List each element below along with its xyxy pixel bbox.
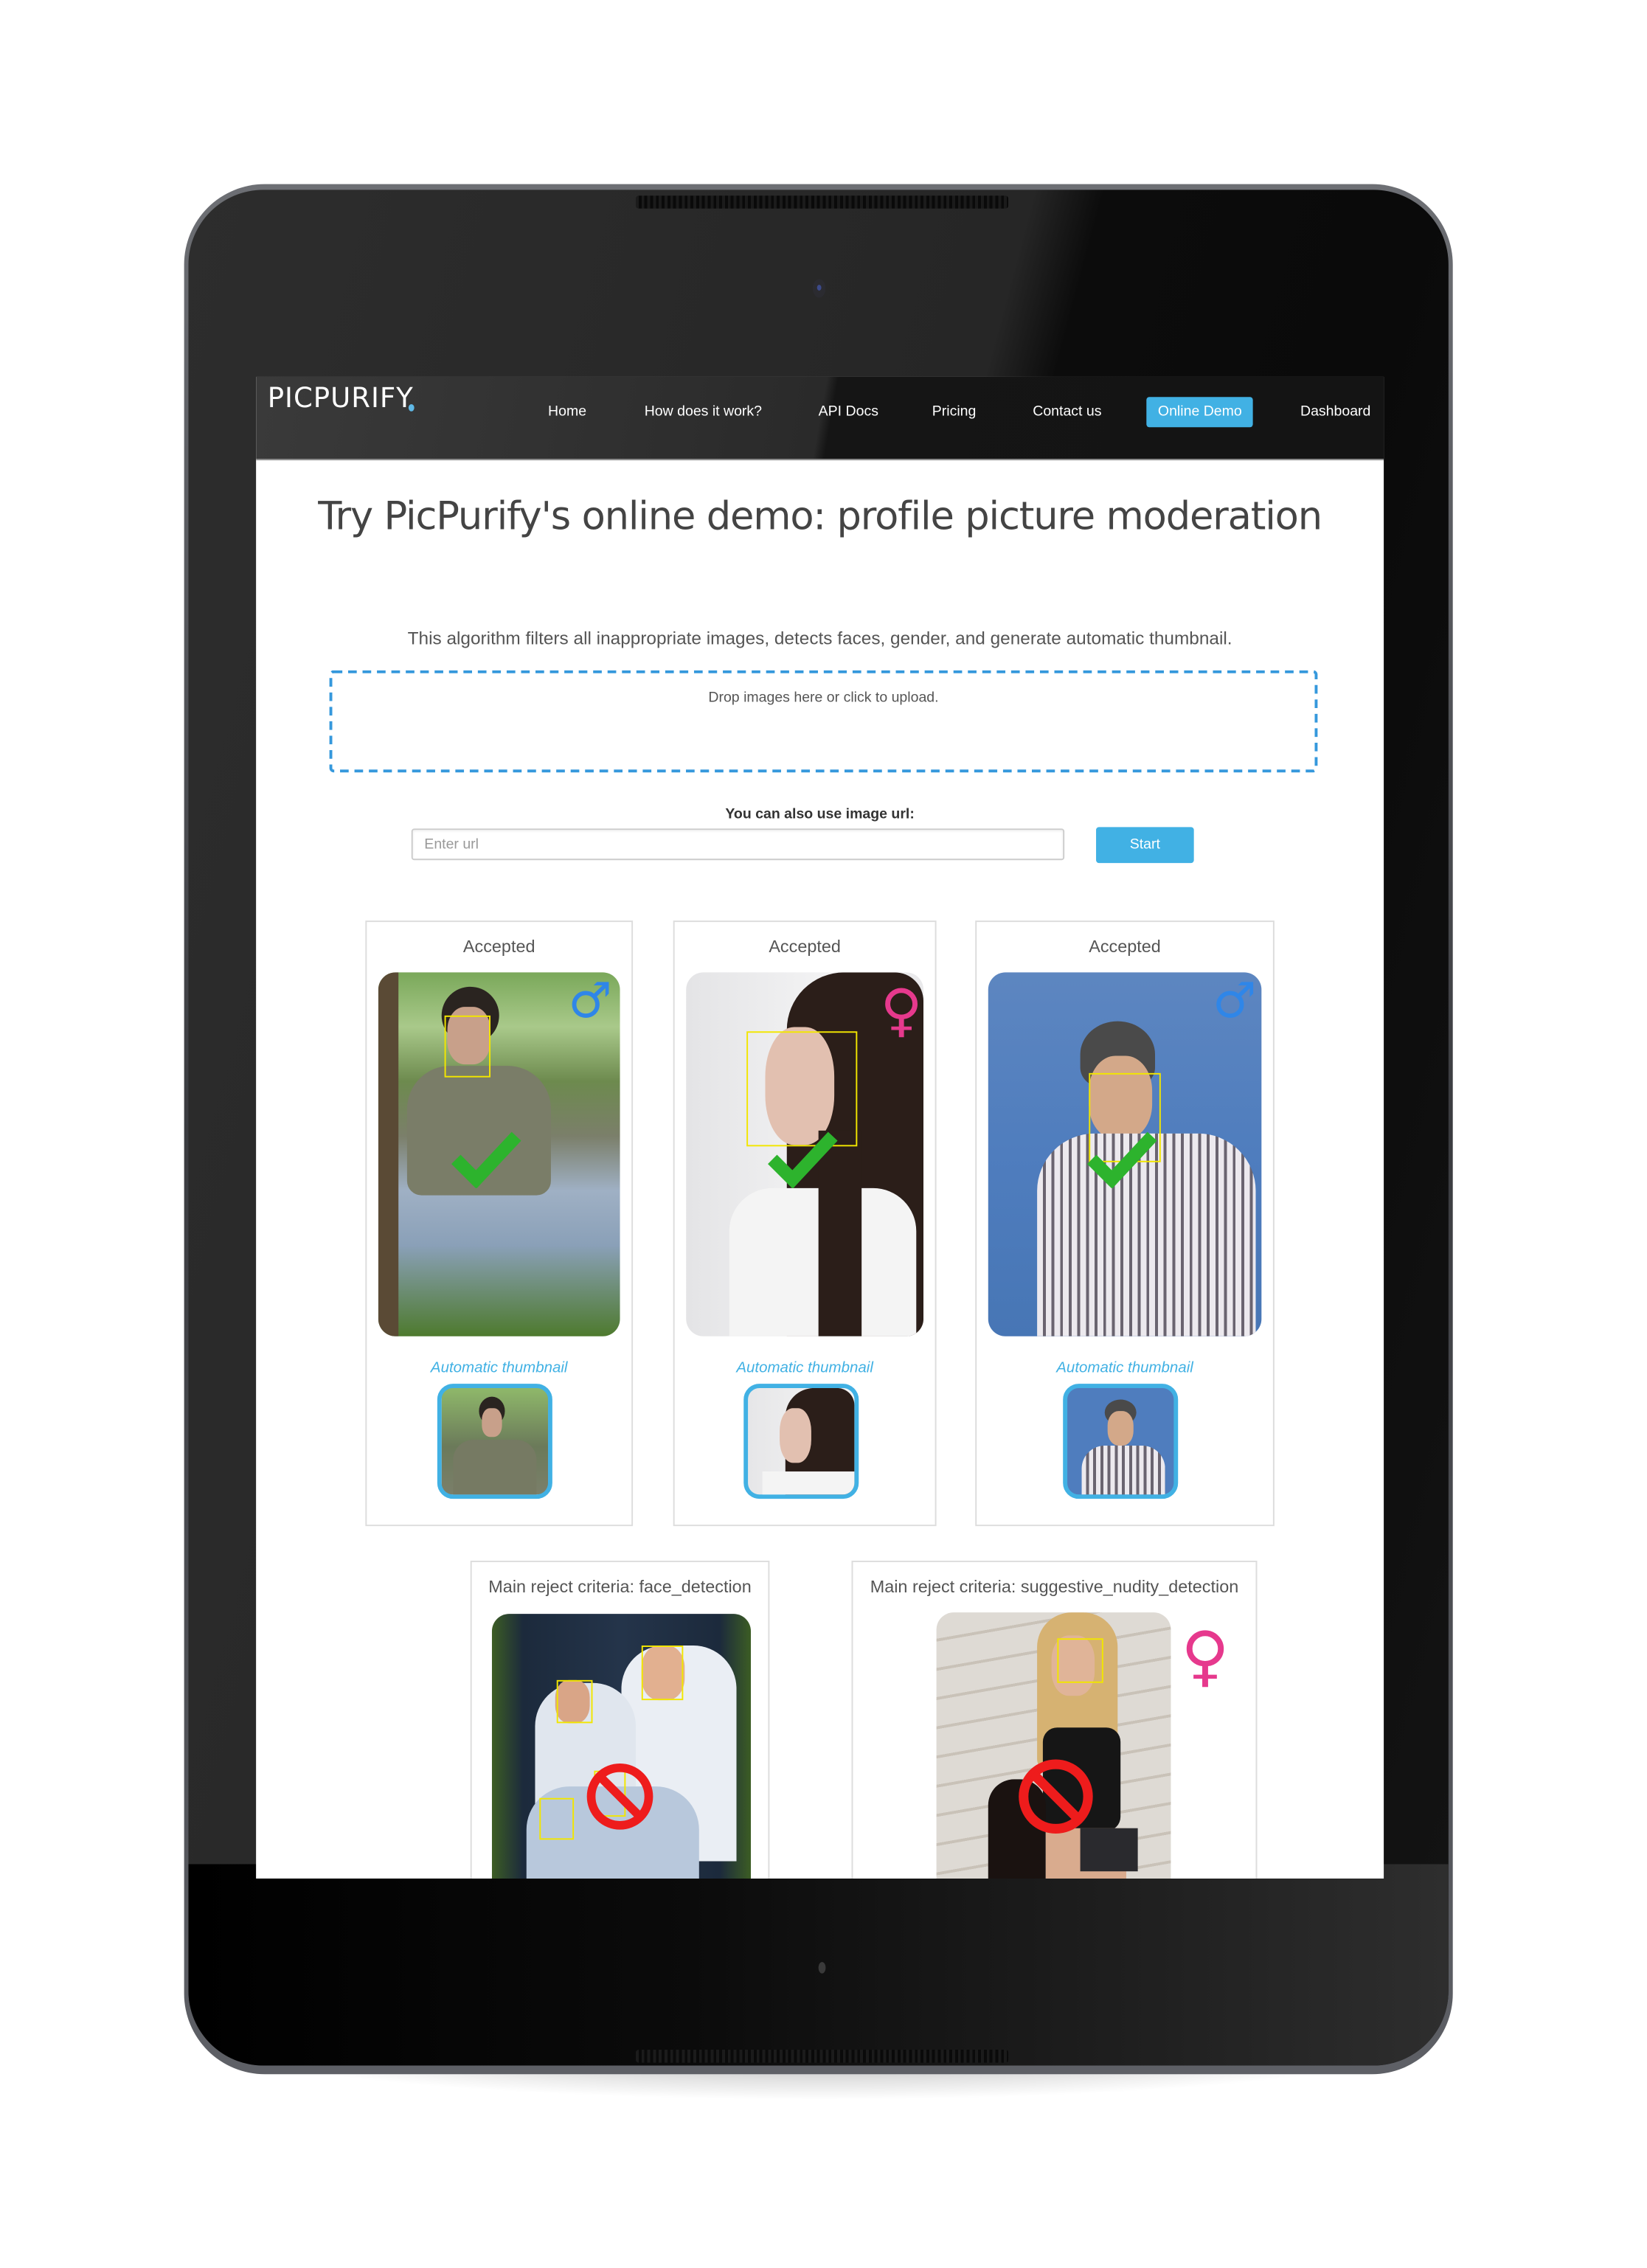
- page-title: Try PicPurify's online demo: profile pic…: [318, 494, 1322, 540]
- result-card-rejected: Main reject criteria: face_detection: [470, 1560, 770, 1879]
- green-check-icon: [768, 1131, 838, 1188]
- image-url-input[interactable]: [411, 828, 1065, 861]
- nav-contact-us[interactable]: Contact us: [1033, 404, 1101, 420]
- uploaded-photo: [936, 1612, 1171, 1879]
- thumbnail-label: Automatic thumbnail: [1056, 1359, 1193, 1377]
- male-symbol-icon: ♂: [568, 972, 612, 1030]
- face-detection-box: [444, 1015, 491, 1078]
- face-detection-box: [641, 1645, 684, 1701]
- male-symbol-icon: ♂: [1213, 972, 1257, 1030]
- face-detection-box: [1057, 1638, 1103, 1683]
- result-card-accepted: Accepted ♂ Automatic thumbnail: [365, 920, 634, 1527]
- result-status: Accepted: [769, 936, 841, 957]
- green-check-icon: [1086, 1131, 1157, 1188]
- thumbnail-label: Automatic thumbnail: [736, 1359, 873, 1377]
- automatic-thumbnail[interactable]: [743, 1384, 859, 1499]
- dropzone-text: Drop images here or click to upload.: [708, 690, 939, 707]
- start-button[interactable]: Start: [1096, 827, 1194, 864]
- nav-pricing[interactable]: Pricing: [932, 404, 977, 420]
- speaker-grille-bottom: [635, 2050, 1009, 2063]
- green-check-icon: [451, 1131, 521, 1188]
- reject-criteria-title: Main reject criteria: face_detection: [488, 1576, 752, 1597]
- result-status: Accepted: [1089, 936, 1161, 957]
- page-subtitle: This algorithm filters all inappropriate…: [407, 628, 1232, 649]
- result-card-accepted: Accepted ♂ Automatic thumbnail: [975, 920, 1275, 1527]
- nav-api-docs[interactable]: API Docs: [819, 404, 878, 420]
- nav-home[interactable]: Home: [548, 404, 586, 420]
- browser-screen: PICPURIFY Home How does it work? API Doc…: [256, 376, 1384, 1879]
- face-detection-box: [556, 1679, 593, 1724]
- picpurify-logo[interactable]: PICPURIFY: [268, 383, 414, 415]
- upload-dropzone[interactable]: Drop images here or click to upload.: [329, 670, 1318, 773]
- uploaded-photo: [491, 1614, 752, 1879]
- top-navbar: PICPURIFY Home How does it work? API Doc…: [256, 376, 1384, 461]
- nav-online-demo[interactable]: Online Demo: [1146, 397, 1254, 428]
- sensor-dot: [818, 1962, 826, 1974]
- automatic-thumbnail[interactable]: [1063, 1384, 1179, 1499]
- result-card-accepted: Accepted ♀ Automatic thumbnail: [673, 920, 937, 1527]
- nav-how-it-works[interactable]: How does it work?: [645, 404, 762, 420]
- face-detection-box: [539, 1797, 575, 1840]
- female-symbol-icon: ♀: [1181, 1617, 1230, 1695]
- red-prohibited-icon: [586, 1763, 653, 1830]
- red-prohibited-icon: [1019, 1759, 1093, 1834]
- thumbnail-label: Automatic thumbnail: [430, 1359, 568, 1377]
- front-camera-icon: [812, 279, 826, 298]
- speaker-grille-top: [635, 195, 1009, 209]
- result-status: Accepted: [462, 936, 535, 957]
- url-label: You can also use image url:: [725, 807, 915, 823]
- result-card-rejected: Main reject criteria: suggestive_nudity_…: [851, 1560, 1258, 1879]
- automatic-thumbnail[interactable]: [437, 1384, 552, 1499]
- female-symbol-icon: ♀: [880, 978, 923, 1044]
- nav-dashboard[interactable]: Dashboard: [1300, 404, 1370, 420]
- logo-drop-icon: [407, 404, 414, 412]
- reject-criteria-title: Main reject criteria: suggestive_nudity_…: [870, 1576, 1239, 1597]
